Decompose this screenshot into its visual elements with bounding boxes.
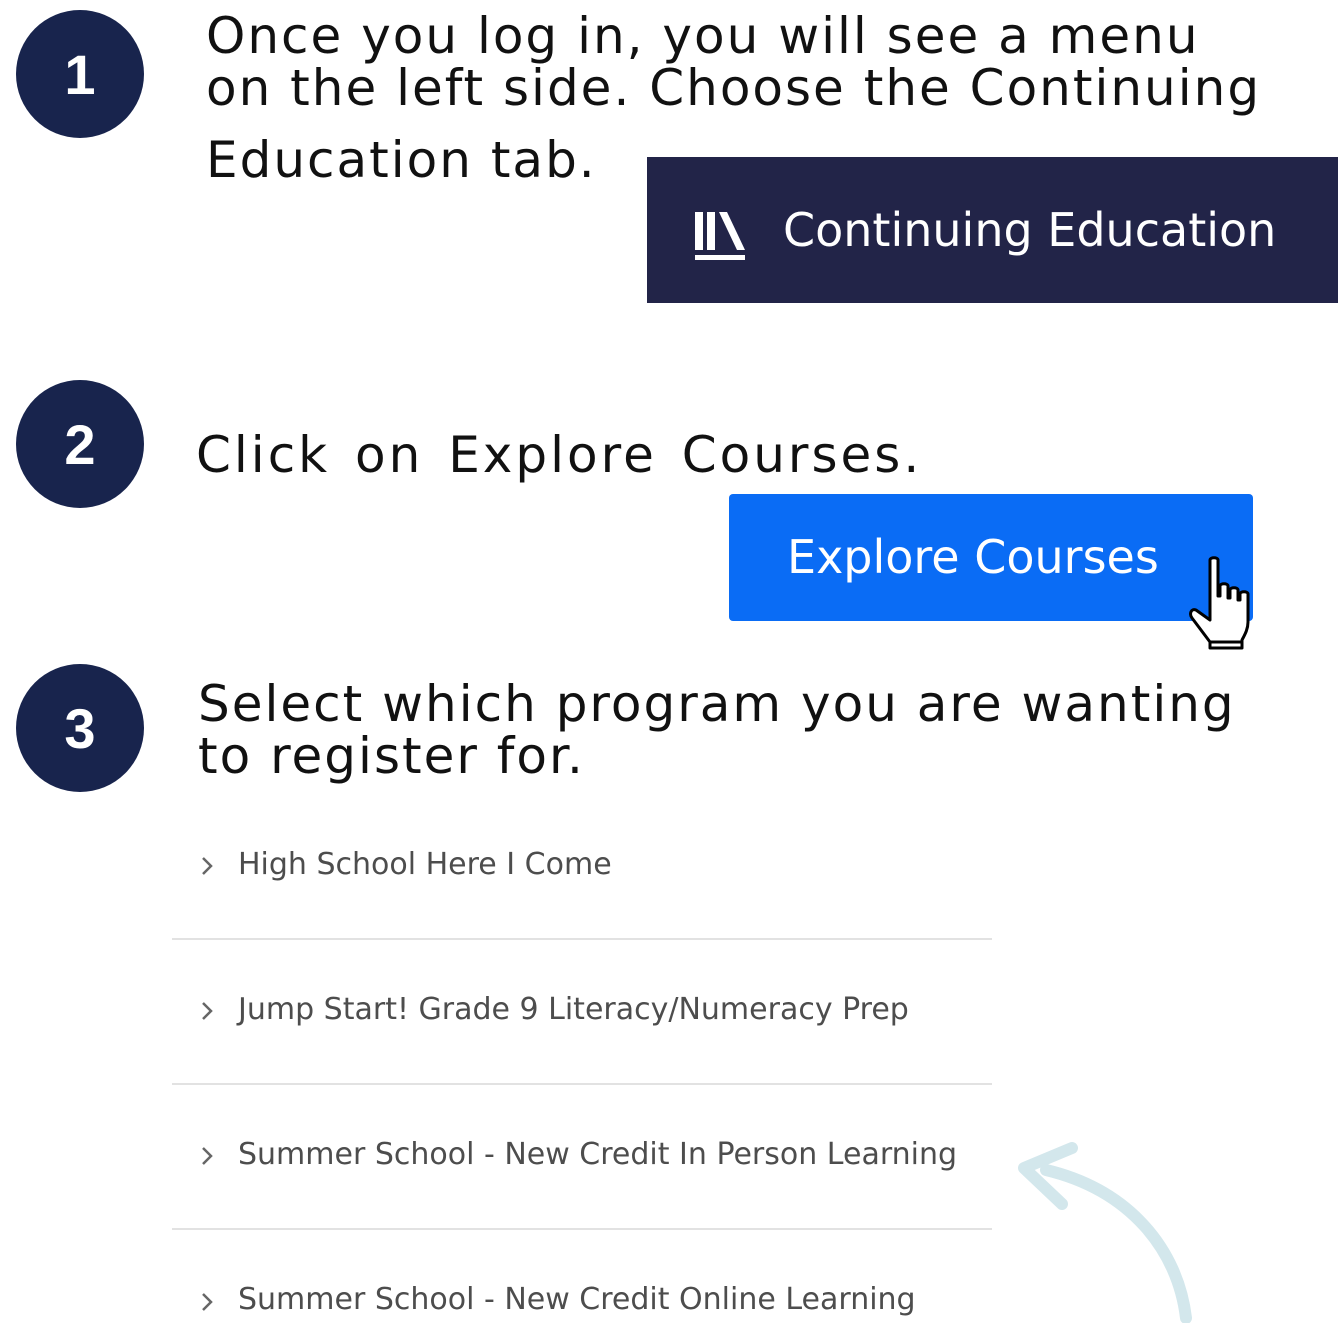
program-item-summer-online[interactable]: Summer School - New Credit Online Learni… xyxy=(172,1230,992,1323)
step-3-line-2: to register for. xyxy=(198,727,585,785)
program-label: Summer School - New Credit In Person Lea… xyxy=(238,1137,958,1172)
step-3-line-1: Select which program you are wanting xyxy=(198,675,1236,733)
explore-courses-button[interactable]: Explore Courses xyxy=(729,494,1253,621)
step-1-number: 1 xyxy=(16,10,144,138)
curved-arrow-icon xyxy=(1018,1142,1192,1323)
program-label: Jump Start! Grade 9 Literacy/Numeracy Pr… xyxy=(238,992,909,1027)
explore-courses-label: Explore Courses xyxy=(787,530,1159,584)
hand-pointer-cursor-icon xyxy=(1189,556,1250,650)
step-1-line-1: Once you log in, you will see a menu xyxy=(206,7,1200,65)
program-label: High School Here I Come xyxy=(238,847,612,882)
chevron-right-icon xyxy=(202,857,213,875)
library-books-icon xyxy=(695,212,745,260)
step-1-line-2: on the left side. Choose the Continuing xyxy=(206,59,1262,117)
chevron-right-icon xyxy=(202,1147,213,1165)
program-item-jump-start[interactable]: Jump Start! Grade 9 Literacy/Numeracy Pr… xyxy=(172,940,992,1086)
program-label: Summer School - New Credit Online Learni… xyxy=(238,1282,916,1317)
step-2-line-1: Click on Explore Courses. xyxy=(196,426,923,484)
chevron-right-icon xyxy=(202,1002,213,1020)
continuing-education-label: Continuing Education xyxy=(783,203,1277,257)
continuing-education-tab[interactable]: Continuing Education xyxy=(647,157,1338,303)
program-item-high-school[interactable]: High School Here I Come xyxy=(172,795,992,941)
step-2-number: 2 xyxy=(16,380,144,508)
step-3-number: 3 xyxy=(16,664,144,792)
chevron-right-icon xyxy=(202,1293,213,1311)
step-1-line-3: Education tab. xyxy=(206,131,597,189)
program-item-summer-in-person[interactable]: Summer School - New Credit In Person Lea… xyxy=(172,1085,992,1231)
